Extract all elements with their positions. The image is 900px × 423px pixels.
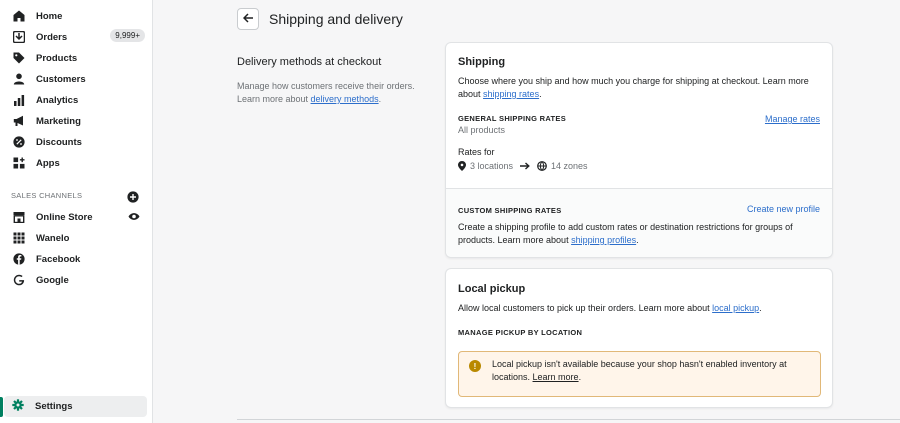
all-products-text: All products xyxy=(458,125,506,135)
next-section-edge xyxy=(237,419,900,420)
facebook-icon xyxy=(12,253,25,266)
channel-facebook-label: Facebook xyxy=(36,253,81,265)
shipping-desc-period: . xyxy=(539,89,542,99)
google-icon xyxy=(12,274,25,287)
delivery-methods-description: Manage how customers receive their order… xyxy=(237,80,427,106)
eye-icon[interactable] xyxy=(128,212,140,224)
nav-customers-label: Customers xyxy=(36,73,86,85)
orders-count-badge: 9,999+ xyxy=(110,29,145,42)
discount-icon xyxy=(12,136,25,149)
channel-online-store-label: Online Store xyxy=(36,211,93,223)
nav-products-label: Products xyxy=(36,52,78,64)
local-pickup-period: . xyxy=(759,303,762,313)
nav-apps-label: Apps xyxy=(36,157,60,169)
channel-facebook[interactable]: Facebook xyxy=(0,249,153,269)
grid-icon xyxy=(12,232,25,245)
orders-icon xyxy=(12,31,25,44)
megaphone-icon xyxy=(12,115,25,128)
learn-more-link[interactable]: Learn more xyxy=(533,372,579,382)
channel-google-label: Google xyxy=(36,274,69,286)
general-shipping-rates-heading: GENERAL SHIPPING RATES xyxy=(458,114,567,123)
tag-icon xyxy=(12,52,25,65)
location-pin-icon xyxy=(458,161,466,171)
delivery-methods-period: . xyxy=(378,94,382,104)
nav-analytics-label: Analytics xyxy=(36,94,79,106)
manage-rates-link[interactable]: Manage rates xyxy=(765,114,820,124)
nav-home[interactable]: Home xyxy=(0,6,153,26)
locations-count: 3 locations xyxy=(470,161,514,171)
nav-home-label: Home xyxy=(36,10,63,22)
shipping-rates-link[interactable]: shipping rates xyxy=(483,89,539,99)
nav-settings[interactable]: Settings xyxy=(4,396,147,417)
local-pickup-text: Allow local customers to pick up their o… xyxy=(458,303,713,313)
nav-discounts-label: Discounts xyxy=(36,136,82,148)
channel-wanelo[interactable]: Wanelo xyxy=(0,228,153,248)
local-pickup-description: Allow local customers to pick up their o… xyxy=(458,302,828,315)
nav-customers[interactable]: Customers xyxy=(0,69,153,89)
person-icon xyxy=(12,73,25,86)
pickup-warning-period: . xyxy=(578,372,582,382)
shipping-card: Shipping Choose where you ship and how m… xyxy=(445,42,833,258)
shipping-description: Choose where you ship and how much you c… xyxy=(458,75,828,101)
nav-orders[interactable]: Orders 9,999+ xyxy=(0,27,153,47)
channel-online-store[interactable]: Online Store xyxy=(0,207,153,227)
store-icon xyxy=(12,211,25,224)
gear-icon xyxy=(12,399,24,414)
custom-shipping-rates-heading: CUSTOM SHIPPING RATES xyxy=(458,206,562,215)
delivery-methods-title: Delivery methods at checkout xyxy=(237,56,382,68)
shipping-title: Shipping xyxy=(458,56,506,68)
local-pickup-title: Local pickup xyxy=(458,283,526,295)
delivery-methods-link[interactable]: delivery methods xyxy=(311,94,379,104)
create-new-profile-link[interactable]: Create new profile xyxy=(747,204,820,214)
manage-pickup-heading: MANAGE PICKUP BY LOCATION xyxy=(458,328,583,337)
apps-icon xyxy=(12,157,25,170)
local-pickup-link[interactable]: local pickup xyxy=(712,303,759,313)
page-title: Shipping and delivery xyxy=(269,11,403,27)
arrow-right-icon xyxy=(520,162,530,170)
nav-orders-label: Orders xyxy=(36,31,68,43)
bar-chart-icon xyxy=(12,94,25,107)
custom-shipping-period: . xyxy=(636,235,639,245)
rates-for-row: 3 locations 14 zones xyxy=(458,161,588,171)
pickup-warning-text: Local pickup isn't available because you… xyxy=(492,358,812,384)
custom-shipping-description: Create a shipping profile to add custom … xyxy=(458,221,818,247)
home-icon xyxy=(12,10,25,23)
nav-apps[interactable]: Apps xyxy=(0,153,153,173)
zones-count: 14 zones xyxy=(551,161,588,171)
local-pickup-card: Local pickup Allow local customers to pi… xyxy=(445,268,833,408)
custom-shipping-section: CUSTOM SHIPPING RATES Create new profile… xyxy=(446,188,832,257)
back-button[interactable] xyxy=(237,8,259,30)
settings-active-indicator xyxy=(0,397,3,417)
pickup-warning-banner: ! Local pickup isn't available because y… xyxy=(458,351,821,397)
nav-discounts[interactable]: Discounts xyxy=(0,132,153,152)
nav-analytics[interactable]: Analytics xyxy=(0,90,153,110)
sidebar: Home Orders 9,999+ Products Customers An… xyxy=(0,0,153,423)
sales-channels-heading: SALES CHANNELS xyxy=(11,191,83,200)
globe-icon xyxy=(537,161,547,171)
nav-settings-label: Settings xyxy=(35,401,73,412)
channel-google[interactable]: Google xyxy=(0,270,153,290)
nav-marketing-label: Marketing xyxy=(36,115,81,127)
nav-marketing[interactable]: Marketing xyxy=(0,111,153,131)
channel-wanelo-label: Wanelo xyxy=(36,232,70,244)
nav-products[interactable]: Products xyxy=(0,48,153,68)
rates-for-label: Rates for xyxy=(458,147,495,157)
add-sales-channel-icon[interactable] xyxy=(127,191,139,203)
arrow-left-icon xyxy=(242,12,254,26)
shipping-profiles-link[interactable]: shipping profiles xyxy=(571,235,636,245)
exclamation-icon: ! xyxy=(469,360,481,372)
